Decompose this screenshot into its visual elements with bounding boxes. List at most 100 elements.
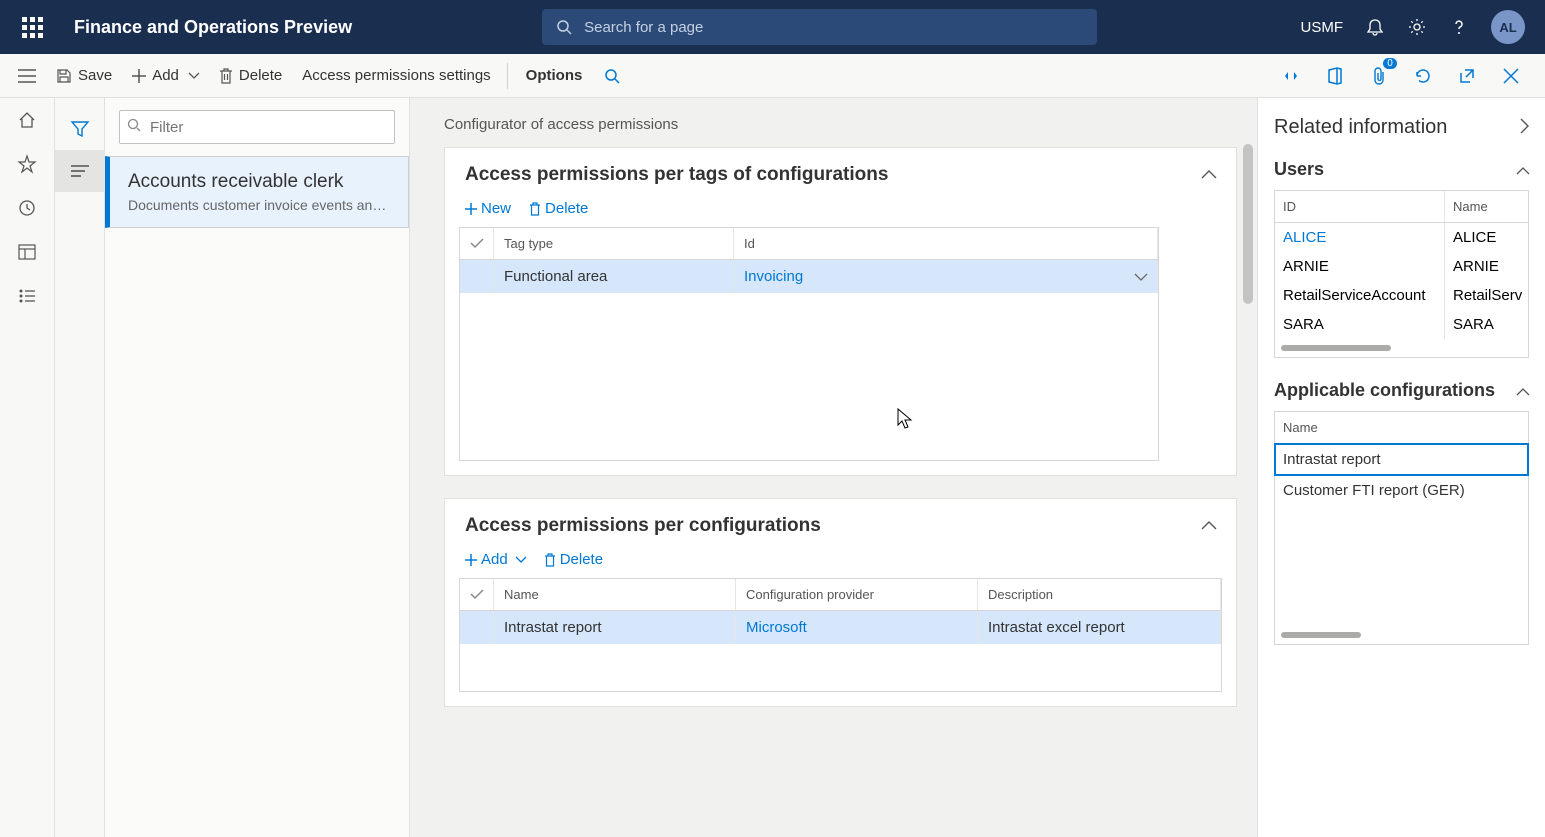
new-button[interactable]: New [465, 200, 511, 217]
card-tags: Access permissions per tags of configura… [444, 147, 1237, 476]
card-configs-title: Access permissions per configurations [465, 515, 821, 537]
gear-icon[interactable] [1407, 17, 1427, 37]
list-icon[interactable] [55, 150, 105, 192]
save-label: Save [78, 67, 112, 84]
cell-desc[interactable]: Intrastat excel report [978, 611, 1221, 644]
col-desc[interactable]: Description [978, 579, 1221, 610]
office-icon[interactable] [1323, 64, 1347, 88]
options-label: Options [526, 67, 583, 84]
home-icon[interactable] [17, 110, 37, 130]
delete-button[interactable]: Delete [544, 551, 603, 568]
trash-icon [219, 68, 233, 84]
chevron-right-icon[interactable] [1521, 116, 1529, 139]
user-id-cell[interactable]: SARA [1275, 310, 1445, 339]
help-icon[interactable] [1449, 17, 1469, 37]
col-provider[interactable]: Configuration provider [736, 579, 978, 610]
content-area: Configurator of access permissions Acces… [410, 98, 1257, 837]
select-all-checkbox[interactable] [460, 228, 494, 259]
filter-input[interactable] [119, 110, 395, 144]
row-checkbox[interactable] [460, 260, 494, 293]
delete-button[interactable]: Delete [209, 54, 292, 97]
trash-icon [529, 202, 541, 216]
filter-icon[interactable] [55, 108, 105, 150]
recent-icon[interactable] [17, 198, 37, 218]
tags-grid: Tag type Id Functional area Invoicing [459, 227, 1159, 461]
chevron-down-icon[interactable] [1135, 268, 1147, 285]
col-config-name[interactable]: Name [1275, 412, 1528, 444]
nav-toggle-icon[interactable] [8, 69, 46, 83]
users-grid-row[interactable]: SARASARA [1275, 310, 1528, 339]
configs-grid-row[interactable]: Intrastat report Microsoft Intrastat exc… [460, 611, 1221, 644]
col-name[interactable]: Name [494, 579, 736, 610]
close-icon[interactable] [1499, 64, 1523, 88]
legal-entity[interactable]: USMF [1301, 19, 1344, 36]
configs-section: Applicable configurations Name Intrastat… [1274, 380, 1529, 645]
collapse-icon[interactable] [1202, 517, 1216, 535]
tags-grid-row[interactable]: Functional area Invoicing [460, 260, 1158, 293]
select-all-checkbox[interactable] [460, 579, 494, 610]
attachments-icon[interactable]: 0 [1367, 64, 1391, 88]
list-panel: Accounts receivable clerk Documents cust… [105, 98, 410, 837]
user-name-cell[interactable]: ARNIE [1445, 252, 1528, 281]
add-button[interactable]: Add [465, 551, 526, 568]
add-button[interactable]: Add [122, 54, 209, 97]
col-user-name[interactable]: Name [1445, 191, 1528, 222]
search-icon [127, 118, 141, 132]
delete-button[interactable]: Delete [529, 200, 588, 217]
user-name-cell[interactable]: SARA [1445, 310, 1528, 339]
separator [507, 63, 508, 89]
role-list-item[interactable]: Accounts receivable clerk Documents cust… [105, 156, 409, 228]
user-id-cell[interactable]: ARNIE [1275, 252, 1445, 281]
applicable-configs-title: Applicable configurations [1274, 380, 1495, 401]
attachments-badge: 0 [1383, 58, 1397, 69]
app-launcher-icon[interactable] [10, 17, 54, 38]
config-row[interactable]: Intrastat report [1275, 444, 1528, 475]
cell-id[interactable]: Invoicing [734, 260, 1158, 293]
col-id[interactable]: Id [734, 228, 1158, 259]
popout-icon[interactable] [1455, 64, 1479, 88]
action-bar: Save Add Delete Access permissions setti… [0, 54, 1545, 98]
row-checkbox[interactable] [460, 611, 494, 644]
plus-icon [465, 203, 477, 215]
user-id-cell[interactable]: RetailServiceAccount [1275, 281, 1445, 310]
config-row[interactable]: Customer FTI report (GER) [1275, 475, 1528, 506]
users-grid-row[interactable]: ARNIEARNIE [1275, 252, 1528, 281]
role-list-item-desc: Documents customer invoice events and … [128, 197, 390, 213]
plus-icon [465, 554, 477, 566]
cell-tagtype[interactable]: Functional area [494, 260, 734, 293]
modules-icon[interactable] [17, 286, 37, 306]
collapse-icon[interactable] [1517, 380, 1529, 401]
options-button[interactable]: Options [514, 54, 595, 97]
trash-icon [544, 553, 556, 567]
user-name-cell[interactable]: ALICE [1445, 223, 1528, 252]
cell-name[interactable]: Intrastat report [494, 611, 736, 644]
users-grid-row[interactable]: RetailServiceAccountRetailServ [1275, 281, 1528, 310]
refresh-icon[interactable] [1411, 64, 1435, 88]
user-id-cell[interactable]: ALICE [1275, 223, 1445, 252]
collapse-icon[interactable] [1202, 166, 1216, 184]
related-info-panel: Related information Users ID Name ALICEA… [1257, 98, 1545, 837]
delete-label: Delete [560, 551, 603, 568]
workspaces-icon[interactable] [17, 242, 37, 262]
scrollbar-thumb[interactable] [1243, 144, 1253, 304]
page-search-button[interactable] [594, 54, 630, 97]
col-tagtype[interactable]: Tag type [494, 228, 734, 259]
access-permissions-settings-button[interactable]: Access permissions settings [292, 54, 500, 97]
user-name-cell[interactable]: RetailServ [1445, 281, 1528, 310]
user-avatar[interactable]: AL [1491, 10, 1525, 44]
search-icon [604, 68, 620, 84]
cell-provider[interactable]: Microsoft [736, 611, 978, 644]
col-user-id[interactable]: ID [1275, 191, 1445, 222]
horizontal-scrollbar[interactable] [1281, 345, 1391, 351]
users-grid-row[interactable]: ALICEALICE [1275, 223, 1528, 252]
global-search[interactable]: Search for a page [542, 9, 1097, 45]
users-title: Users [1274, 159, 1324, 180]
left-nav-rail [0, 98, 55, 837]
collapse-icon[interactable] [1517, 159, 1529, 180]
related-info-title: Related information [1274, 116, 1447, 139]
save-button[interactable]: Save [46, 54, 122, 97]
copilot-icon[interactable] [1279, 64, 1303, 88]
horizontal-scrollbar[interactable] [1281, 632, 1361, 638]
bell-icon[interactable] [1365, 17, 1385, 37]
favorites-icon[interactable] [17, 154, 37, 174]
